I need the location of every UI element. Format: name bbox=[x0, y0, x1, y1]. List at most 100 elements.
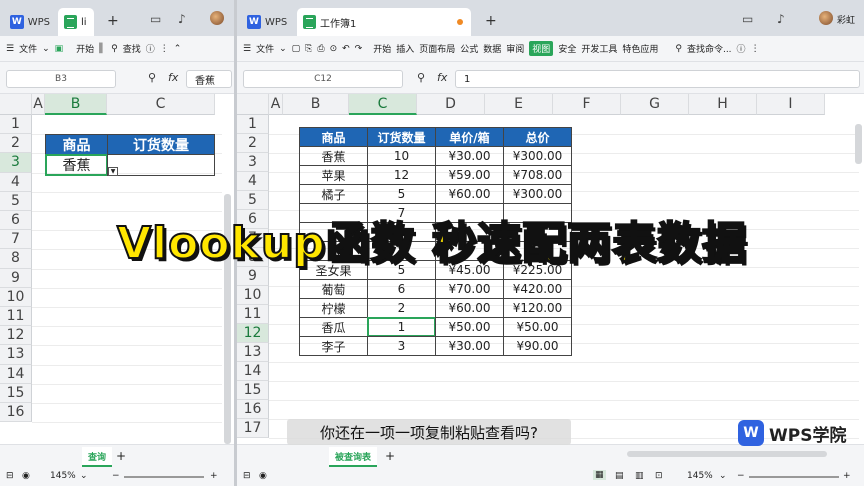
help-icon[interactable]: ⓘ bbox=[737, 42, 746, 55]
name-box[interactable]: B3 bbox=[6, 70, 116, 88]
more-icon[interactable]: ⋮ bbox=[751, 44, 760, 54]
left-cell-b3-selected[interactable]: 香蕉 bbox=[45, 154, 108, 176]
row-header[interactable]: 9 bbox=[0, 268, 32, 288]
eye-icon[interactable]: ◉ bbox=[259, 471, 267, 481]
preview-icon[interactable]: ⊙ bbox=[330, 44, 338, 54]
formula-input[interactable]: 香蕉 bbox=[186, 70, 232, 88]
table-cell[interactable]: 李子 bbox=[299, 336, 368, 356]
menu-developer[interactable]: 开发工具 bbox=[581, 42, 617, 55]
table-cell[interactable]: 柠檬 bbox=[299, 298, 368, 318]
row-header[interactable]: 4 bbox=[237, 172, 269, 191]
row-header[interactable]: 2 bbox=[237, 134, 269, 153]
table-cell[interactable]: 12 bbox=[367, 165, 436, 185]
select-all-corner[interactable] bbox=[237, 94, 269, 115]
menu-insert[interactable]: 插入 bbox=[396, 42, 414, 55]
start-menu[interactable]: 开始 bbox=[76, 42, 94, 55]
user-name[interactable]: 彩虹 bbox=[837, 13, 855, 26]
row-header[interactable]: 3 bbox=[0, 153, 32, 173]
find-command[interactable]: 查找命令... bbox=[687, 42, 732, 55]
table-cell[interactable]: ¥300.00 bbox=[503, 146, 572, 166]
table-cell[interactable]: ¥60.00 bbox=[435, 298, 504, 318]
menu-features[interactable]: 特色应用 bbox=[622, 42, 658, 55]
fx-icon[interactable]: fx bbox=[168, 71, 178, 84]
menu-formula[interactable]: 公式 bbox=[460, 42, 478, 55]
table-cell[interactable]: ¥420.00 bbox=[503, 279, 572, 299]
row-header[interactable]: 3 bbox=[237, 153, 269, 172]
row-header[interactable]: 17 bbox=[237, 419, 269, 438]
help-icon[interactable]: ⓘ bbox=[146, 42, 155, 55]
row-header[interactable]: 10 bbox=[0, 287, 32, 307]
workbook-tab[interactable]: 工作簿1 bbox=[297, 8, 471, 36]
left-header-quantity[interactable]: 订货数量 bbox=[107, 134, 215, 155]
col-header[interactable]: C bbox=[349, 94, 417, 115]
normal-view-icon[interactable]: ▦ bbox=[593, 470, 606, 480]
fx-icon[interactable]: fx bbox=[437, 71, 447, 84]
zoom-level[interactable]: 145% bbox=[687, 471, 713, 481]
menu-view[interactable]: 视图 bbox=[529, 41, 554, 56]
col-header[interactable]: E bbox=[485, 94, 553, 115]
find-command[interactable]: 查找 bbox=[123, 42, 141, 55]
user-avatar[interactable] bbox=[819, 11, 833, 25]
right-vertical-scrollbar[interactable] bbox=[855, 124, 862, 164]
col-header-a[interactable]: A bbox=[32, 94, 45, 115]
search-icon[interactable]: ⚲ bbox=[675, 44, 682, 54]
row-header[interactable]: 11 bbox=[0, 307, 32, 327]
row-header[interactable]: 1 bbox=[0, 115, 32, 135]
row-header[interactable]: 12 bbox=[0, 326, 32, 346]
new-tab-plus-icon[interactable]: + bbox=[485, 13, 497, 29]
add-sheet-icon[interactable]: + bbox=[385, 449, 395, 463]
file-dropdown-icon[interactable]: ⌄ bbox=[279, 44, 287, 54]
collapse-icon[interactable]: ⌃ bbox=[174, 44, 182, 54]
table-header-cell[interactable]: 总价 bbox=[503, 127, 572, 147]
formula-input[interactable]: 1 bbox=[455, 70, 860, 88]
table-cell[interactable]: ¥708.00 bbox=[503, 165, 572, 185]
menu-hamburger-icon[interactable]: ☰ bbox=[6, 44, 14, 54]
row-header[interactable]: 1 bbox=[237, 115, 269, 134]
file-menu[interactable]: 文件 bbox=[256, 42, 274, 55]
zoom-slider[interactable] bbox=[124, 476, 204, 478]
eye-icon[interactable]: ◉ bbox=[22, 471, 30, 481]
left-doc-tab[interactable]: li bbox=[58, 8, 94, 36]
bell-icon[interactable]: ♪ bbox=[178, 12, 186, 26]
redo-icon[interactable]: ↷ bbox=[355, 44, 363, 54]
dropdown-arrow-icon[interactable]: ▼ bbox=[108, 167, 118, 176]
row-header[interactable]: 2 bbox=[0, 134, 32, 154]
row-header[interactable]: 14 bbox=[237, 362, 269, 381]
zoom-in-icon[interactable]: + bbox=[843, 471, 851, 481]
table-cell[interactable]: ¥120.00 bbox=[503, 298, 572, 318]
page-view-icon[interactable]: ▤ bbox=[615, 471, 624, 481]
table-cell[interactable]: 10 bbox=[367, 146, 436, 166]
zoom-dropdown-icon[interactable]: ⌄ bbox=[719, 471, 727, 481]
file-dropdown-icon[interactable]: ⌄ bbox=[42, 44, 50, 54]
col-header[interactable]: D bbox=[417, 94, 485, 115]
zoom-slider[interactable] bbox=[749, 476, 839, 478]
table-cell[interactable]: 香蕉 bbox=[299, 146, 368, 166]
undo-icon[interactable]: ↶ bbox=[342, 44, 350, 54]
zoom-in-icon[interactable]: + bbox=[210, 471, 218, 481]
scroll-tabs-icon[interactable]: ▌ bbox=[99, 44, 106, 54]
view-mode-icon[interactable]: ⊟ bbox=[243, 471, 251, 481]
table-cell[interactable]: ¥70.00 bbox=[435, 279, 504, 299]
add-sheet-icon[interactable]: + bbox=[116, 449, 126, 463]
zoom-out-icon[interactable]: − bbox=[112, 471, 120, 481]
zoom-out-icon[interactable]: − bbox=[737, 471, 745, 481]
zoom-search-icon[interactable]: ⚲ bbox=[417, 71, 425, 84]
table-cell[interactable]: 2 bbox=[367, 298, 436, 318]
select-all-corner[interactable] bbox=[0, 94, 32, 115]
view-mode-icon[interactable]: ⊟ bbox=[6, 471, 14, 481]
table-cell[interactable]: 5 bbox=[367, 184, 436, 204]
menu-security[interactable]: 安全 bbox=[558, 42, 576, 55]
table-cell[interactable]: 橘子 bbox=[299, 184, 368, 204]
horizontal-scrollbar[interactable] bbox=[627, 451, 827, 457]
table-cell[interactable]: ¥30.00 bbox=[435, 336, 504, 356]
table-cell[interactable]: 6 bbox=[367, 279, 436, 299]
zoom-search-icon[interactable]: ⚲ bbox=[148, 71, 156, 84]
col-header[interactable]: I bbox=[757, 94, 825, 115]
menu-hamburger-icon[interactable]: ☰ bbox=[243, 44, 251, 54]
row-header[interactable]: 13 bbox=[0, 345, 32, 365]
row-header[interactable]: 11 bbox=[237, 305, 269, 324]
row-header[interactable]: 16 bbox=[0, 403, 32, 423]
table-cell[interactable]: ¥59.00 bbox=[435, 165, 504, 185]
export-icon[interactable]: ⎘ bbox=[305, 44, 312, 54]
bell-icon[interactable]: ♪ bbox=[777, 12, 785, 26]
